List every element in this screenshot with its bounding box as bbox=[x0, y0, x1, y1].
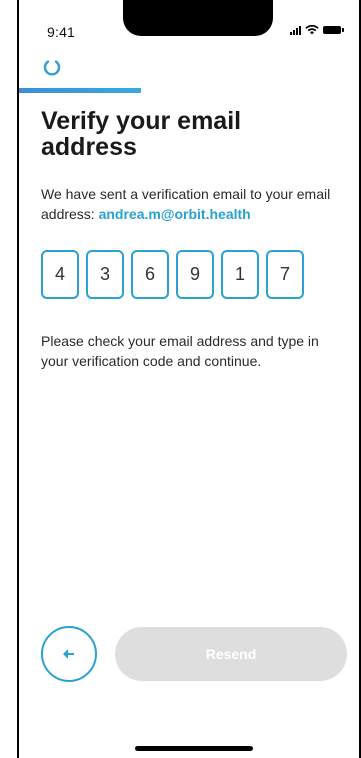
loader-icon bbox=[43, 60, 61, 76]
code-digit-field[interactable]: 4 bbox=[41, 250, 79, 299]
email-address: andrea.m@orbit.health bbox=[98, 206, 251, 222]
status-time: 9:41 bbox=[47, 24, 76, 40]
arrow-left-icon bbox=[63, 649, 74, 659]
back-button[interactable] bbox=[41, 626, 97, 682]
verification-description: We have sent a verification email to you… bbox=[41, 184, 346, 224]
code-digit-field[interactable]: 3 bbox=[86, 250, 124, 299]
verification-code-input: 4 3 6 9 1 7 bbox=[41, 250, 304, 299]
battery-icon bbox=[323, 26, 344, 34]
code-digit-field[interactable]: 6 bbox=[131, 250, 169, 299]
notch bbox=[123, 0, 273, 36]
progress-bar bbox=[19, 88, 142, 93]
wifi-icon bbox=[305, 25, 319, 35]
status-bar: 9:41 bbox=[19, 0, 359, 44]
page-title: Verify your email address bbox=[41, 107, 242, 161]
phone-screen: 9:41 Verify your email address We have s… bbox=[17, 0, 361, 758]
resend-button[interactable]: Resend bbox=[115, 627, 347, 681]
home-indicator bbox=[135, 746, 253, 751]
code-digit-field[interactable]: 9 bbox=[176, 250, 214, 299]
verification-hint: Please check your email address and type… bbox=[41, 333, 319, 369]
status-icons bbox=[290, 25, 344, 35]
code-digit-field[interactable]: 7 bbox=[266, 250, 304, 299]
cellular-signal-icon bbox=[290, 25, 301, 35]
code-digit-field[interactable]: 1 bbox=[221, 250, 259, 299]
